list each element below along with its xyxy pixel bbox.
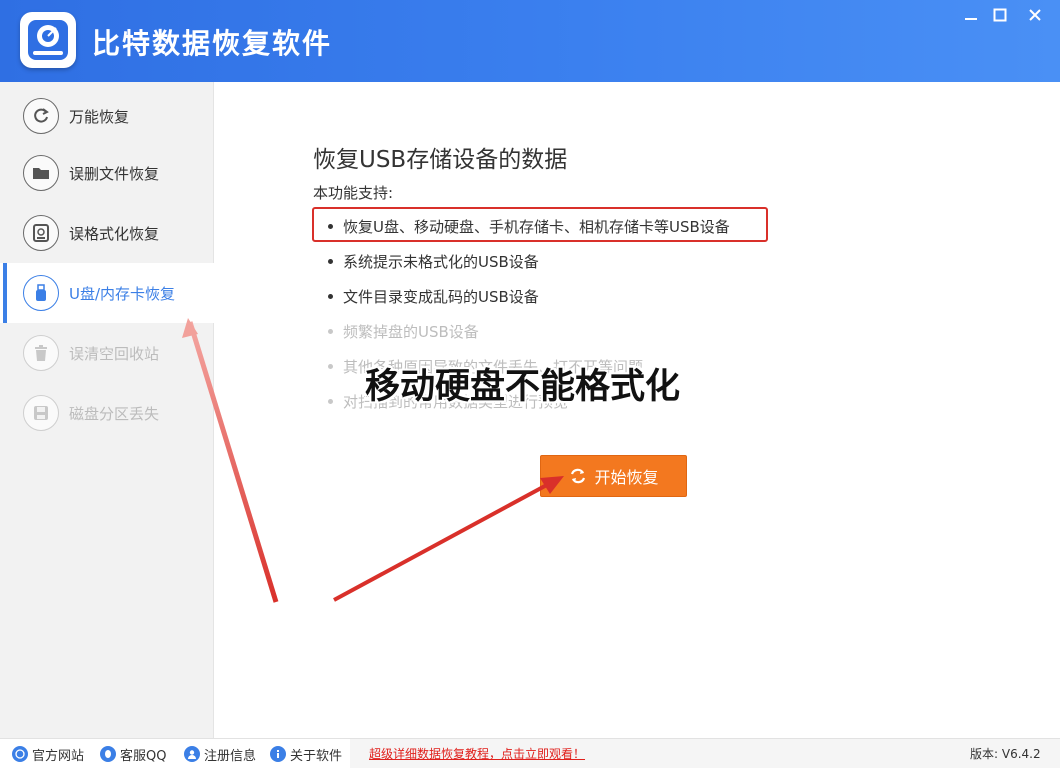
app-title: 比特数据恢复软件 — [92, 27, 333, 60]
sidebar-item-label: 误删文件恢复 — [69, 164, 160, 183]
info-icon — [270, 746, 286, 762]
page-title: 恢复USB存储设备的数据 — [313, 147, 568, 173]
tutorial-promo-link[interactable]: 超级详细数据恢复教程，点击立即观看！ — [369, 745, 585, 762]
version-label: 版本: V6.4.2 — [970, 747, 1041, 761]
about-software-link[interactable]: 关于软件 — [270, 744, 342, 764]
feature-text: 系统提示未格式化的USB设备 — [343, 252, 539, 271]
start-recovery-button[interactable]: 开始恢复 — [540, 455, 687, 497]
sidebar-item-label: U盘/内存卡恢复 — [69, 284, 176, 303]
folder-icon — [23, 155, 59, 191]
sidebar-item-label: 误格式化恢复 — [69, 224, 160, 243]
feature-item: 文件目录变成乱码的USB设备 — [328, 284, 539, 308]
bullet-icon — [328, 258, 333, 264]
bullet-icon — [328, 328, 333, 334]
sidebar-item-format-recovery[interactable]: 误格式化恢复 — [0, 203, 214, 263]
refresh-icon — [23, 98, 59, 134]
title-bar: 比特数据恢复软件 — [0, 0, 1060, 82]
official-site-link[interactable]: 官方网站 — [12, 744, 84, 764]
usb-icon — [23, 275, 59, 311]
support-qq-link[interactable]: 客服QQ — [100, 744, 166, 764]
about-software-label: 关于软件 — [290, 748, 343, 764]
feature-item: 系统提示未格式化的USB设备 — [328, 249, 539, 273]
sidebar-item-recycle-bin[interactable]: 误清空回收站 — [0, 323, 214, 383]
arrow-icon — [333, 476, 564, 602]
feature-text: 恢复U盘、移动硬盘、手机存储卡、相机存储卡等USB设备 — [343, 217, 730, 236]
bullet-icon — [328, 223, 333, 229]
close-icon[interactable] — [1020, 4, 1050, 26]
sidebar-item-label: 磁盘分区丢失 — [69, 404, 160, 423]
minimize-icon[interactable] — [956, 4, 986, 26]
disk-icon — [23, 395, 59, 431]
drive-icon — [23, 215, 59, 251]
sidebar-item-label: 误清空回收站 — [69, 344, 160, 363]
app-logo-icon — [20, 12, 76, 68]
globe-icon — [12, 746, 28, 762]
user-icon — [184, 746, 200, 762]
feature-text: 频繁掉盘的USB设备 — [343, 322, 479, 341]
sidebar-item-partition-lost[interactable]: 磁盘分区丢失 — [0, 383, 214, 443]
overlay-caption: 移动硬盘不能格式化 — [365, 367, 681, 407]
sidebar-item-deleted-files[interactable]: 误删文件恢复 — [0, 143, 214, 203]
feature-text: 文件目录变成乱码的USB设备 — [343, 287, 539, 306]
status-bar: 官方网站 客服QQ 注册信息 关于软件 超级详细数据恢复教程，点击立即观看！ 版… — [0, 738, 1060, 768]
sidebar-item-usb-recovery[interactable]: U盘/内存卡恢复 — [0, 263, 214, 323]
sidebar: 万能恢复 误删文件恢复 误格式化恢复 U盘/内存卡恢复 误清空回收站 磁盘分区丢… — [0, 82, 214, 738]
registration-info-label: 注册信息 — [204, 748, 257, 764]
bullet-icon — [328, 363, 333, 369]
start-button-label: 开始恢复 — [594, 468, 659, 487]
bullet-icon — [328, 398, 333, 404]
official-site-label: 官方网站 — [32, 748, 85, 764]
refresh-icon — [568, 466, 588, 486]
feature-item: 恢复U盘、移动硬盘、手机存储卡、相机存储卡等USB设备 — [328, 214, 730, 238]
support-qq-label: 客服QQ — [120, 748, 167, 764]
bullet-icon — [328, 293, 333, 299]
sidebar-item-label: 万能恢复 — [69, 107, 130, 126]
qq-icon — [100, 746, 116, 762]
support-label: 本功能支持: — [313, 184, 394, 202]
maximize-icon[interactable] — [985, 4, 1015, 26]
registration-info-link[interactable]: 注册信息 — [184, 744, 256, 764]
trash-icon — [23, 335, 59, 371]
sidebar-item-universal-recovery[interactable]: 万能恢复 — [0, 86, 214, 146]
feature-item: 频繁掉盘的USB设备 — [328, 319, 479, 343]
